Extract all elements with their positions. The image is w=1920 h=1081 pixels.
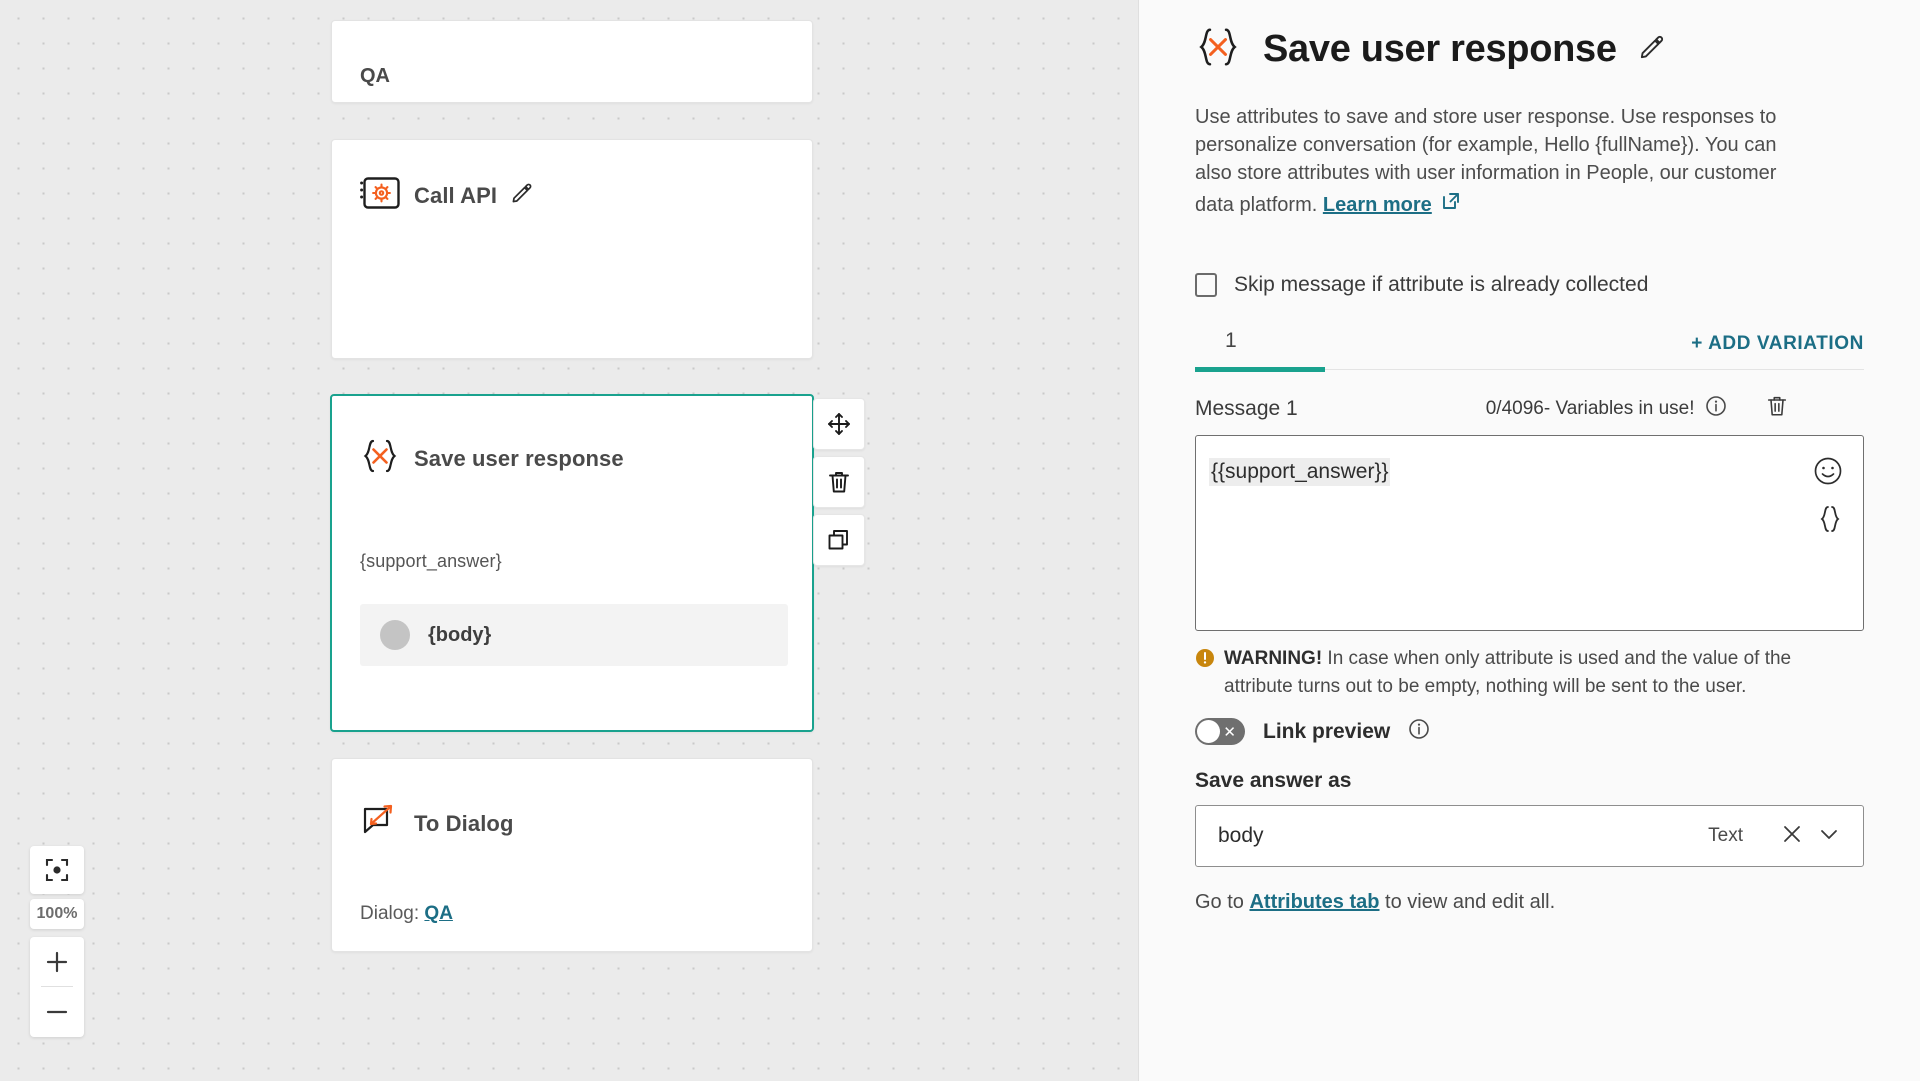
message-character-counter: 0/4096- Variables in use!: [1486, 398, 1695, 420]
message-textarea-value: {{support_answer}}: [1209, 458, 1390, 486]
node-save-title: Save user response: [414, 446, 624, 472]
node-card-save-user-response[interactable]: Save user response {support_answer} {bod…: [330, 394, 814, 732]
warning-text: WARNING! In case when only attribute is …: [1224, 645, 1795, 700]
tab-variation-1[interactable]: 1: [1195, 329, 1325, 372]
delete-node-button[interactable]: [813, 456, 865, 508]
node-save-chip-label: {body}: [428, 624, 491, 647]
link-preview-row: ✕ Link preview: [1195, 718, 1864, 745]
skip-message-row[interactable]: Skip message if attribute is already col…: [1195, 273, 1864, 297]
node-save-body-text: {support_answer}: [360, 551, 502, 572]
duplicate-node-button[interactable]: [813, 514, 865, 566]
save-answer-as-label: Save answer as: [1195, 769, 1864, 793]
node-to-dialog-target: Dialog: QA: [360, 903, 453, 925]
warning-title: WARNING!: [1224, 648, 1322, 669]
attributes-tab-link[interactable]: Attributes tab: [1249, 891, 1379, 913]
save-user-response-icon: [360, 438, 400, 479]
zoom-out-button[interactable]: [30, 988, 84, 1037]
info-icon[interactable]: [1705, 395, 1727, 422]
to-dialog-icon: [360, 803, 400, 844]
node-call-api-title: Call API: [414, 183, 497, 209]
message-header-row: Message 1 0/4096- Variables in use!: [1195, 394, 1864, 423]
node-action-toolbar: [813, 398, 865, 566]
properties-panel: Save user response Use attributes to sav…: [1138, 0, 1920, 1081]
message-label: Message 1: [1195, 397, 1298, 421]
edit-pencil-icon[interactable]: [511, 182, 533, 209]
learn-more-row: Learn more: [1323, 191, 1461, 219]
message-textarea[interactable]: {{support_answer}}: [1195, 435, 1864, 631]
delete-message-button[interactable]: [1765, 394, 1789, 423]
avatar: [380, 620, 410, 650]
link-preview-toggle[interactable]: ✕: [1195, 718, 1245, 745]
save-answer-type-label: Text: [1708, 825, 1743, 847]
variation-tabs: 1 + ADD VARIATION: [1195, 329, 1864, 370]
node-call-api-header: Call API: [360, 176, 533, 215]
zoom-level-label: 100%: [30, 899, 84, 929]
warning-icon: [1195, 648, 1215, 700]
save-answer-as-field[interactable]: body Text: [1195, 805, 1864, 867]
center-view-button[interactable]: [30, 846, 84, 894]
node-card-to-dialog[interactable]: To Dialog Dialog: QA: [331, 758, 813, 952]
save-answer-as-value: body: [1218, 824, 1708, 848]
dialog-link-qa[interactable]: QA: [424, 903, 453, 924]
node-save-attribute-chip[interactable]: {body}: [360, 604, 788, 666]
zoom-in-button[interactable]: [30, 937, 84, 986]
attributes-note-prefix: Go to: [1195, 891, 1249, 913]
page-title: Save user response: [1263, 28, 1617, 71]
info-icon[interactable]: [1408, 718, 1430, 745]
app-root: QA Cal: [0, 0, 1920, 1081]
call-api-icon: [360, 176, 400, 215]
save-user-response-icon: [1195, 26, 1241, 73]
zoom-in-out-group: [30, 937, 84, 1037]
node-card-call-api[interactable]: Call API POST https://dashboard.askhandl…: [331, 139, 813, 359]
close-icon: ✕: [1223, 723, 1236, 741]
link-preview-label: Link preview: [1263, 720, 1390, 744]
panel-description: Use attributes to save and store user re…: [1195, 103, 1795, 219]
skip-message-checkbox[interactable]: [1195, 273, 1217, 297]
zoom-controls: 100%: [30, 846, 84, 1037]
dialog-prefix-label: Dialog:: [360, 903, 424, 924]
node-qa-label: QA: [360, 65, 390, 88]
node-to-dialog-title: To Dialog: [414, 811, 513, 837]
toggle-knob: [1197, 720, 1220, 743]
emoji-icon[interactable]: [1813, 456, 1843, 491]
panel-description-text: Use attributes to save and store user re…: [1195, 106, 1776, 216]
variable-braces-icon[interactable]: [1817, 504, 1843, 541]
attributes-note: Go to Attributes tab to view and edit al…: [1195, 891, 1864, 914]
panel-header: Save user response: [1195, 26, 1864, 73]
node-save-header: Save user response: [360, 438, 624, 479]
attributes-note-suffix: to view and edit all.: [1379, 891, 1555, 913]
add-variation-button[interactable]: + ADD VARIATION: [1691, 333, 1864, 369]
skip-message-label: Skip message if attribute is already col…: [1234, 273, 1648, 297]
node-to-dialog-header: To Dialog: [360, 803, 513, 844]
move-node-button[interactable]: [813, 398, 865, 450]
message-counter-group: 0/4096- Variables in use!: [1486, 395, 1727, 422]
node-card-qa[interactable]: QA: [331, 20, 813, 103]
flow-canvas[interactable]: QA Cal: [0, 0, 1138, 1081]
clear-icon[interactable]: [1781, 823, 1803, 850]
edit-pencil-icon[interactable]: [1639, 34, 1665, 65]
chevron-down-icon[interactable]: [1817, 822, 1841, 851]
warning-message: WARNING! In case when only attribute is …: [1195, 645, 1795, 700]
external-link-icon[interactable]: [1441, 191, 1461, 219]
learn-more-link[interactable]: Learn more: [1323, 191, 1432, 219]
